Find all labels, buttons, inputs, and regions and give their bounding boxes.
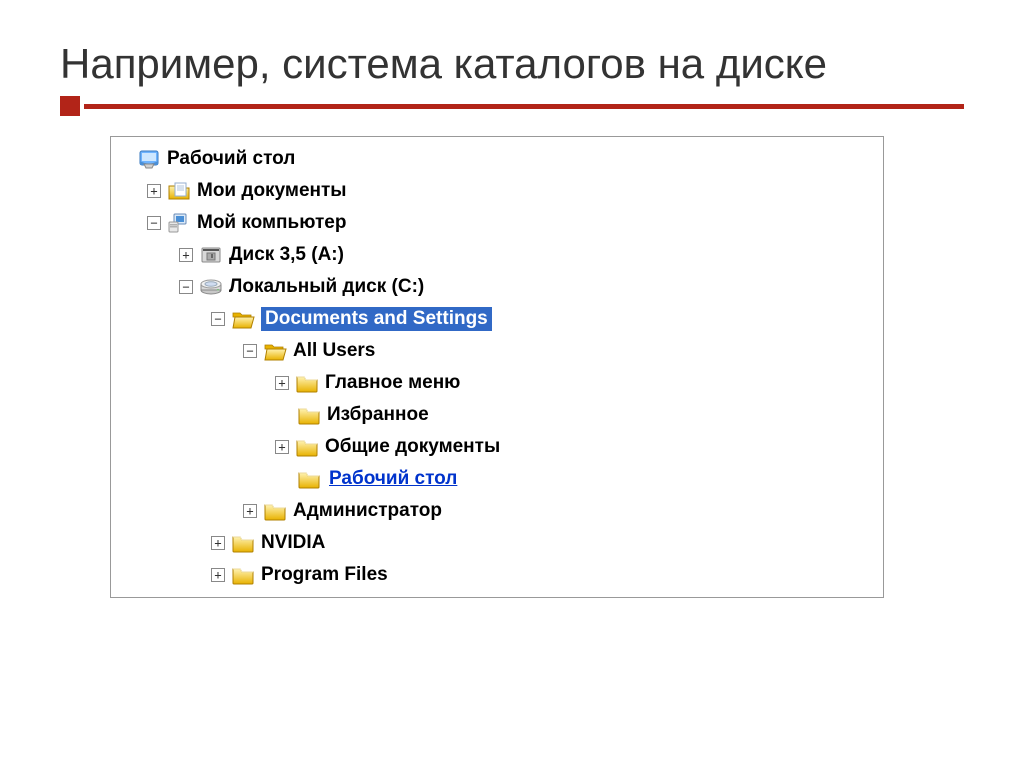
collapse-toggle[interactable]: − <box>147 216 161 230</box>
tree-item-desktop[interactable]: Рабочий стол <box>115 143 879 175</box>
folder-icon <box>231 532 255 554</box>
expand-toggle[interactable]: + <box>211 568 225 582</box>
slide-title: Например, система каталогов на диске <box>60 40 964 88</box>
mycomputer-icon <box>167 212 191 234</box>
folder-icon <box>295 436 319 458</box>
tree-item-shareddocs[interactable]: + Общие документы <box>115 431 879 463</box>
mydocs-icon <box>167 180 191 202</box>
tree-item-mycomputer[interactable]: − Мой компьютер <box>115 207 879 239</box>
folder-icon <box>297 404 321 426</box>
floppy-icon <box>199 244 223 266</box>
tree-item-nvidia[interactable]: + NVIDIA <box>115 527 879 559</box>
expand-toggle[interactable]: + <box>179 248 193 262</box>
folder-open-icon <box>231 308 255 330</box>
folder-icon <box>263 500 287 522</box>
tree-item-mydocs[interactable]: + Мои документы <box>115 175 879 207</box>
expand-toggle[interactable]: + <box>275 440 289 454</box>
folder-tree: Рабочий стол + Мои документы − Мой компь… <box>110 136 884 598</box>
expand-toggle[interactable]: + <box>147 184 161 198</box>
folder-icon <box>297 468 321 490</box>
desktop-icon <box>137 148 161 170</box>
tree-item-docsettings[interactable]: − Documents and Settings <box>115 303 879 335</box>
tree-item-favorites[interactable]: Избранное <box>115 399 879 431</box>
expand-toggle[interactable]: + <box>211 536 225 550</box>
title-underline <box>60 96 964 116</box>
tree-item-allusers[interactable]: − All Users <box>115 335 879 367</box>
expand-toggle[interactable]: + <box>275 376 289 390</box>
tree-item-administrator[interactable]: + Администратор <box>115 495 879 527</box>
folder-open-icon <box>263 340 287 362</box>
expand-toggle[interactable]: + <box>243 504 257 518</box>
tree-item-localdisk[interactable]: − Локальный диск (C:) <box>115 271 879 303</box>
collapse-toggle[interactable]: − <box>243 344 257 358</box>
collapse-toggle[interactable]: − <box>211 312 225 326</box>
folder-icon <box>231 564 255 586</box>
collapse-toggle[interactable]: − <box>179 280 193 294</box>
disk-icon <box>199 276 223 298</box>
tree-item-programfiles[interactable]: + Program Files <box>115 559 879 591</box>
folder-icon <box>295 372 319 394</box>
tree-item-startmenu[interactable]: + Главное меню <box>115 367 879 399</box>
tree-item-desktop-link[interactable]: Рабочий стол <box>115 463 879 495</box>
tree-item-floppy[interactable]: + Диск 3,5 (A:) <box>115 239 879 271</box>
